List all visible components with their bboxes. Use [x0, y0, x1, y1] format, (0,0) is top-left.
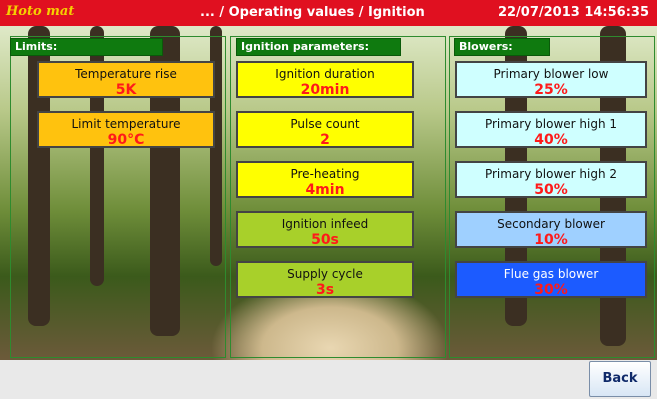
breadcrumb: ... / Operating values / Ignition [200, 5, 425, 20]
tile-value: 90°C [107, 132, 145, 148]
ignition-infeed-tile[interactable]: Ignition infeed 50s [236, 211, 414, 248]
hmi-screen: Hoto mat ... / Operating values / Igniti… [0, 0, 657, 399]
pulse-count-tile[interactable]: Pulse count 2 [236, 111, 414, 148]
temperature-rise-tile[interactable]: Temperature rise 5K [37, 61, 215, 98]
limit-temperature-tile[interactable]: Limit temperature 90°C [37, 111, 215, 148]
primary-blower-high-2-tile[interactable]: Primary blower high 2 50% [455, 161, 647, 198]
tile-label: Primary blower high 2 [484, 167, 618, 181]
tile-value: 2 [320, 132, 330, 148]
back-button[interactable]: Back [589, 361, 651, 397]
secondary-blower-tile[interactable]: Secondary blower 10% [455, 211, 647, 248]
primary-blower-high-1-tile[interactable]: Primary blower high 1 40% [455, 111, 647, 148]
tile-label: Pulse count [290, 117, 360, 131]
blowers-column-title: Blowers: [454, 38, 550, 56]
tile-value: 25% [534, 82, 568, 98]
tile-label: Primary blower high 1 [484, 117, 618, 131]
flue-gas-blower-tile[interactable]: Flue gas blower 30% [455, 261, 647, 298]
tile-label: Supply cycle [287, 267, 363, 281]
tile-value: 4min [305, 182, 345, 198]
datetime-display: 22/07/2013 14:56:35 [497, 5, 649, 20]
supply-cycle-tile[interactable]: Supply cycle 3s [236, 261, 414, 298]
tile-label: Pre-heating [290, 167, 360, 181]
brand-logo: Hoto mat [6, 4, 75, 19]
ignition-duration-tile[interactable]: Ignition duration 20min [236, 61, 414, 98]
pre-heating-tile[interactable]: Pre-heating 4min [236, 161, 414, 198]
tile-label: Primary blower low [493, 67, 609, 81]
tile-value: 40% [534, 132, 568, 148]
primary-blower-low-tile[interactable]: Primary blower low 25% [455, 61, 647, 98]
tile-label: Temperature rise [75, 67, 177, 81]
tile-label: Secondary blower [497, 217, 605, 231]
tile-value: 30% [534, 282, 568, 298]
tile-label: Ignition duration [275, 67, 375, 81]
tile-value: 5K [115, 82, 137, 98]
tile-value: 20min [300, 82, 350, 98]
tile-value: 50s [311, 232, 339, 248]
tile-label: Limit temperature [71, 117, 181, 131]
tile-value: 10% [534, 232, 568, 248]
limits-column-title: Limits: [10, 38, 163, 56]
tile-label: Flue gas blower [503, 267, 599, 281]
tile-value: 50% [534, 182, 568, 198]
ignition-column-title: Ignition parameters: [236, 38, 401, 56]
footer-bar [0, 360, 657, 399]
title-bar: Hoto mat ... / Operating values / Igniti… [0, 0, 657, 26]
tile-label: Ignition infeed [281, 217, 369, 231]
tile-value: 3s [315, 282, 335, 298]
